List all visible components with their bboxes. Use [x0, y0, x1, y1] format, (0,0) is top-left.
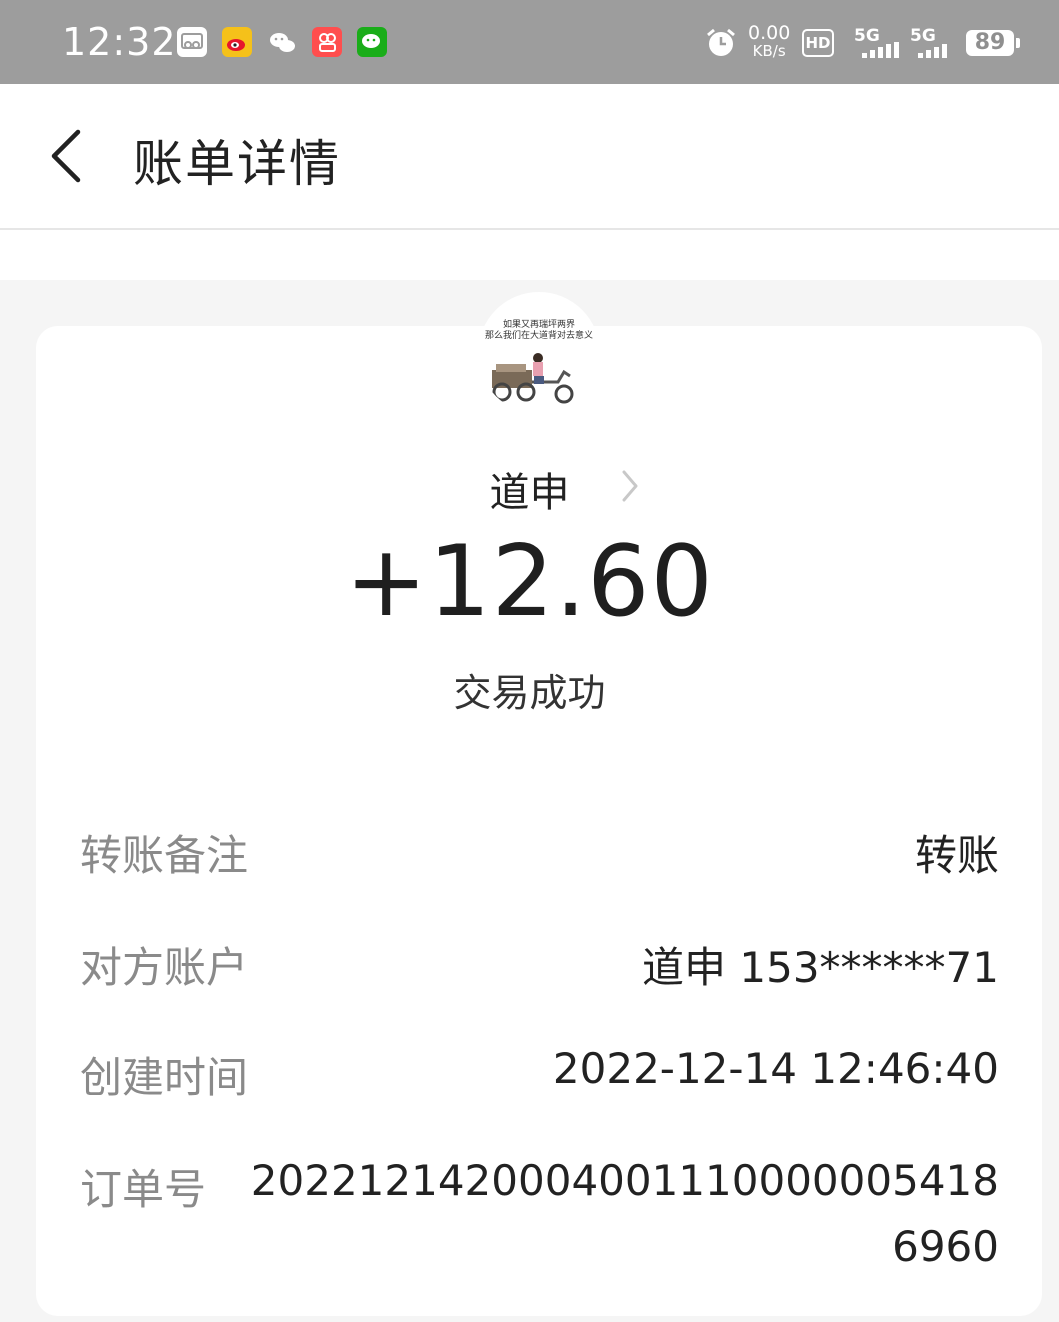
wechat-app-icon	[357, 27, 387, 57]
screen-mirror-icon	[177, 27, 207, 57]
network-speed: 0.00 KB/s	[748, 22, 791, 61]
signal-sim1-icon: 5G	[854, 26, 902, 58]
back-button[interactable]	[40, 124, 100, 188]
detail-value-order-number[interactable]: 2022121420004001110000005418	[251, 1156, 999, 1205]
hd-badge: HD	[802, 29, 834, 57]
avatar-caption: 如果又再瑞坪两界 那么我们在大道背对去意义	[484, 320, 593, 341]
signal-sim2-icon: 5G	[910, 26, 958, 58]
detail-label-account: 对方账户	[80, 943, 249, 992]
chevron-right-icon	[622, 470, 638, 502]
amount: +12.60	[345, 525, 714, 639]
detail-label-remark: 转账备注	[80, 831, 249, 880]
bill-detail-page: 12:32 0.00 KB/s HD 5G 5G 89 账单详情 如果又再瑞坪两…	[0, 0, 1059, 1322]
detail-value-created-time: 2022-12-14 12:46:40	[552, 1044, 999, 1093]
detail-value-account: 道申 153******71	[642, 943, 999, 992]
tricycle-image	[492, 353, 574, 404]
alarm-icon	[704, 26, 738, 64]
counterparty-row[interactable]: 道申	[0, 460, 1059, 518]
detail-label-order-number: 订单号	[80, 1165, 207, 1214]
transaction-status: 交易成功	[453, 671, 606, 715]
weibo-icon	[222, 27, 252, 57]
top-app-bar: 账单详情	[0, 84, 1059, 230]
battery-icon: 89	[966, 30, 1020, 56]
avatar[interactable]: 如果又再瑞坪两界 那么我们在大道背对去意义	[478, 292, 600, 414]
status-time: 12:32	[62, 20, 177, 64]
detail-value-remark: 转账	[914, 831, 999, 880]
chevron-left-icon	[51, 129, 81, 183]
xiaohongshu-icon	[312, 27, 342, 57]
detail-label-created-time: 创建时间	[80, 1053, 249, 1102]
status-bar: 12:32 0.00 KB/s HD 5G 5G 89	[0, 0, 1059, 84]
wechat-icon	[267, 27, 297, 57]
detail-value-order-number-line2[interactable]: 6960	[892, 1222, 999, 1271]
header-divider-band	[0, 230, 1059, 280]
page-title: 账单详情	[133, 135, 341, 193]
counterparty-name: 道申	[489, 470, 570, 516]
